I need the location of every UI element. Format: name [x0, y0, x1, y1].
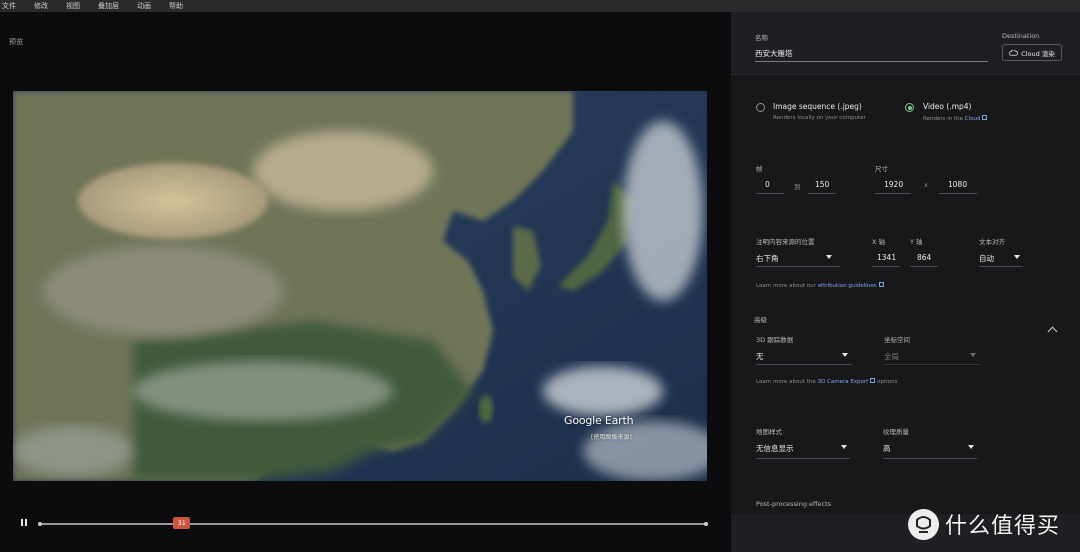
jpeg-option-label: Image sequence (.jpeg): [773, 102, 862, 111]
menu-view[interactable]: 视图: [64, 0, 88, 12]
attribution-learn-more: Learn more about our attribution guideli…: [756, 282, 884, 289]
x-axis-label: X 轴: [872, 238, 886, 246]
attribution-position-label: 注明内容来源的位置: [756, 238, 815, 246]
text-align-label: 文本对齐: [979, 238, 1005, 246]
cloud-render-label: Cloud 渲染: [1021, 49, 1055, 58]
image-credit: [使用图像来源]: [591, 434, 632, 441]
dropdown-arrow-icon: [841, 445, 847, 449]
dropdown-arrow-icon: [826, 255, 832, 259]
map-style-label: 地图样式: [756, 428, 782, 436]
name-label: 名称: [755, 34, 768, 42]
frames-to-label: 到: [794, 183, 801, 191]
cloud-icon: [1009, 49, 1019, 56]
text-align-select[interactable]: 自动: [979, 253, 994, 264]
cloud-link[interactable]: Cloud: [965, 116, 981, 122]
texture-quality-select[interactable]: 高: [883, 443, 891, 454]
x-axis-input[interactable]: 1341: [877, 253, 896, 262]
size-x-label: x: [924, 181, 928, 189]
advanced-section-label: 高级: [754, 316, 767, 324]
coordinate-space-label: 坐标空间: [884, 336, 910, 344]
menu-file[interactable]: 文件: [0, 0, 24, 12]
size-label: 尺寸: [875, 165, 888, 173]
y-axis-label: Y 轴: [910, 238, 923, 246]
panel-header: 名称 西安大雁塔 Destination Cloud 渲染: [731, 12, 1080, 75]
height-input[interactable]: 1080: [948, 180, 967, 189]
menu-animation[interactable]: 动画: [135, 0, 159, 12]
dropdown-arrow-icon: [842, 353, 848, 357]
camera-export-link[interactable]: 3D Camera Export: [818, 379, 869, 385]
preview-title: 预览: [9, 38, 23, 46]
external-link-icon: [870, 378, 876, 383]
texture-quality-label: 纹理质量: [883, 428, 909, 436]
destination-label: Destination: [1002, 32, 1040, 40]
pause-button[interactable]: [19, 518, 29, 528]
timeline-playhead[interactable]: 31: [173, 517, 191, 529]
tracking-data-label: 3D 跟踪数据: [756, 336, 794, 344]
menu-bar: 文件 修改 视图 叠加层 动画 帮助: [0, 0, 1080, 12]
preview-pane: 预览 Google Earth [使用图像来源] 31: [0, 12, 731, 552]
mp4-option-label: Video (.mp4): [923, 102, 972, 111]
jpeg-option-desc: Renders locally on your computer: [773, 115, 866, 121]
mp4-option-desc: Renders in the Cloud: [923, 115, 988, 122]
frame-end-input[interactable]: 150: [815, 180, 829, 189]
radio-mp4[interactable]: [905, 103, 914, 112]
cloud-render-button[interactable]: Cloud 渲染: [1002, 44, 1062, 61]
frame-start-input[interactable]: 0: [765, 180, 770, 189]
dropdown-arrow-icon: [970, 353, 976, 357]
name-input[interactable]: 西安大雁塔: [755, 48, 793, 59]
collapse-advanced-icon[interactable]: [1047, 326, 1058, 337]
external-link-icon: [982, 115, 988, 120]
timeline-track[interactable]: [38, 522, 708, 526]
menu-help[interactable]: 帮助: [167, 0, 191, 12]
y-axis-input[interactable]: 864: [917, 253, 931, 262]
map-style-select[interactable]: 无信息显示: [756, 443, 794, 454]
attribution-guidelines-link[interactable]: attribution guidelines: [818, 283, 877, 289]
watermark-logo-icon: [908, 508, 939, 540]
watermark: 什么值得买: [908, 508, 1060, 540]
post-processing-label: Post-processing effects: [756, 500, 832, 508]
render-settings-panel: 名称 西安大雁塔 Destination Cloud 渲染 Image sequ…: [731, 12, 1080, 552]
earth-preview-image: Google Earth [使用图像来源]: [13, 91, 707, 481]
frames-label: 帧: [756, 165, 763, 173]
coordinate-space-select: 全局: [884, 352, 899, 361]
attribution-position-select[interactable]: 右下角: [756, 253, 779, 264]
watermark-text: 什么值得买: [945, 514, 1061, 539]
menu-edit[interactable]: 修改: [32, 0, 56, 12]
camera-export-learn-more: Learn more about the 3D Camera Export op…: [756, 378, 898, 385]
external-link-icon: [878, 282, 884, 287]
radio-jpeg[interactable]: [756, 103, 765, 112]
dropdown-arrow-icon: [968, 445, 974, 449]
width-input[interactable]: 1920: [884, 180, 903, 189]
tracking-data-select[interactable]: 无: [756, 351, 764, 362]
google-earth-logo: Google Earth: [564, 414, 634, 427]
menu-overlay[interactable]: 叠加层: [96, 0, 127, 12]
dropdown-arrow-icon: [1014, 255, 1020, 259]
